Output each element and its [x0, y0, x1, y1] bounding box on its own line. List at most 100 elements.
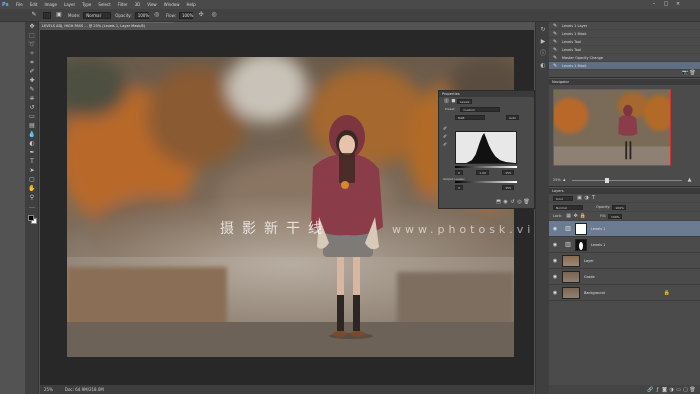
- new-adjustment-icon[interactable]: ◑: [668, 387, 675, 393]
- zoom-level[interactable]: 25%: [44, 387, 53, 392]
- brush-size-field[interactable]: [43, 11, 51, 19]
- layer-row[interactable]: ◉ Grade: [549, 269, 700, 285]
- color-panel-icon[interactable]: ◐: [538, 61, 548, 70]
- gray-eyedropper-icon[interactable]: ✐: [443, 133, 451, 141]
- move-tool-icon[interactable]: ✥: [27, 23, 37, 31]
- lock-position-icon[interactable]: ✥: [572, 213, 579, 219]
- maximize-button[interactable]: □: [662, 1, 670, 7]
- reset-icon[interactable]: ↺: [509, 199, 516, 205]
- crop-tool-icon[interactable]: ⌗: [27, 59, 37, 67]
- marquee-tool-icon[interactable]: ⬚: [27, 32, 37, 40]
- mode-select[interactable]: Normal: [83, 11, 112, 19]
- menu-filter[interactable]: Filter: [118, 2, 128, 7]
- layer-row[interactable]: ◉ ▥ Levels 1: [549, 237, 700, 253]
- zoom-slider-knob[interactable]: [604, 177, 609, 183]
- history-brush-icon[interactable]: ↺: [27, 104, 37, 112]
- type-tool-icon[interactable]: T: [27, 158, 37, 166]
- menu-3d[interactable]: 3D: [135, 2, 141, 7]
- delete-layer-icon[interactable]: 🗑: [689, 387, 696, 393]
- clip-icon[interactable]: ⬒: [495, 199, 502, 205]
- zoom-out-icon[interactable]: ▴: [561, 177, 568, 183]
- lock-pixels-icon[interactable]: ▦: [565, 213, 572, 219]
- kind-filter[interactable]: Kind: [553, 195, 573, 201]
- fill-field[interactable]: 100%: [608, 213, 623, 219]
- brush-tool-icon[interactable]: ✎: [30, 11, 38, 19]
- clone-stamp-icon[interactable]: ⎈: [27, 95, 37, 103]
- link-layers-icon[interactable]: 🔗: [647, 387, 654, 393]
- white-eyedropper-icon[interactable]: ✐: [443, 141, 451, 149]
- new-snapshot-icon[interactable]: 📷: [682, 70, 689, 76]
- layer-mask-thumb[interactable]: [575, 238, 587, 251]
- quick-select-icon[interactable]: ✧: [27, 50, 37, 58]
- history-item[interactable]: ✎ Levels Tool: [549, 46, 700, 54]
- add-mask-icon[interactable]: ◙: [661, 387, 668, 393]
- actions-panel-icon[interactable]: ▶: [538, 37, 548, 46]
- airbrush-icon[interactable]: ✣: [197, 11, 205, 19]
- brush-panel-icon[interactable]: ▣: [55, 11, 63, 19]
- menu-file[interactable]: File: [16, 2, 23, 7]
- layer-row[interactable]: ◉ Layer: [549, 253, 700, 269]
- blur-tool-icon[interactable]: 💧: [27, 131, 37, 139]
- navigator-title[interactable]: Navigator: [549, 79, 700, 85]
- new-layer-icon[interactable]: ▢: [682, 387, 689, 393]
- brush-tool-icon[interactable]: ✎: [27, 86, 37, 94]
- menu-type[interactable]: Type: [82, 2, 91, 7]
- eye-icon[interactable]: ◉: [551, 258, 559, 264]
- shape-tool-icon[interactable]: ▢: [27, 176, 37, 184]
- lasso-tool-icon[interactable]: ➰: [27, 41, 37, 49]
- layer-row[interactable]: ◉ Background 🔒: [549, 285, 700, 301]
- menu-help[interactable]: Help: [186, 2, 195, 7]
- history-item[interactable]: ✎ Levels Tool: [549, 38, 700, 46]
- flow-field[interactable]: 100%: [178, 11, 193, 19]
- filter-pixel-icon[interactable]: ▣: [576, 195, 583, 201]
- eye-icon[interactable]: ◉: [551, 242, 559, 248]
- eyedropper-tool-icon[interactable]: ✐: [27, 68, 37, 76]
- path-select-icon[interactable]: ➤: [27, 167, 37, 175]
- layer-opacity-field[interactable]: 100%: [612, 204, 627, 210]
- history-item[interactable]: ✎ Levels 1 Mask: [549, 30, 700, 38]
- delete-state-icon[interactable]: 🗑: [689, 70, 696, 76]
- foreground-color-swatch[interactable]: [28, 215, 34, 221]
- black-eyedropper-icon[interactable]: ✐: [443, 125, 451, 133]
- auto-button[interactable]: Auto: [506, 114, 519, 120]
- menu-layer[interactable]: Layer: [64, 2, 75, 7]
- minimize-button[interactable]: –: [650, 1, 658, 7]
- input-gamma[interactable]: 1.00: [476, 170, 489, 175]
- pressure-size-icon[interactable]: ◎: [210, 11, 218, 19]
- view-previous-icon[interactable]: ◉: [502, 199, 509, 205]
- history-item[interactable]: ✎ Levels 1 Layer: [549, 22, 700, 30]
- menu-window[interactable]: Window: [164, 2, 180, 7]
- info-panel-icon[interactable]: ⓘ: [538, 49, 548, 58]
- zoom-slider[interactable]: [571, 177, 682, 183]
- new-group-icon[interactable]: ▭: [675, 387, 682, 393]
- delete-icon[interactable]: 🗑: [523, 199, 530, 205]
- menu-select[interactable]: Select: [98, 2, 110, 7]
- navigator-thumbnail[interactable]: [553, 89, 671, 166]
- mask-icon[interactable]: ◼: [450, 98, 457, 104]
- more-tools-icon[interactable]: …: [27, 203, 37, 211]
- eye-icon[interactable]: ◉: [551, 290, 559, 296]
- layer-row[interactable]: ◉ ▥ Levels 1: [549, 221, 700, 237]
- hand-tool-icon[interactable]: ✋: [27, 185, 37, 193]
- opacity-field[interactable]: 100%: [134, 11, 149, 19]
- levels-tab[interactable]: Levels: [457, 98, 473, 104]
- filter-type-icon[interactable]: T: [590, 195, 597, 201]
- document-tab[interactable]: LEVELS ADJ, HIGH PASS ... @ 25% (Levels …: [39, 22, 174, 29]
- visibility-icon[interactable]: ◎: [516, 199, 523, 205]
- history-item[interactable]: ✎ Master Opacity Change: [549, 54, 700, 62]
- output-black[interactable]: 0: [455, 185, 463, 190]
- eye-icon[interactable]: ◉: [551, 226, 559, 232]
- history-panel-icon[interactable]: ↻: [538, 25, 548, 34]
- fx-icon[interactable]: ƒ: [654, 387, 661, 393]
- menu-view[interactable]: View: [147, 2, 157, 7]
- eye-icon[interactable]: ◉: [551, 274, 559, 280]
- gradient-tool-icon[interactable]: ▤: [27, 122, 37, 130]
- zoom-tool-icon[interactable]: ⚲: [27, 194, 37, 202]
- lock-all-icon[interactable]: 🔒: [579, 213, 586, 219]
- layer-mask-thumb[interactable]: [575, 222, 587, 235]
- menu-image[interactable]: Image: [44, 2, 57, 7]
- blend-mode-select[interactable]: Normal: [553, 204, 583, 210]
- channel-select[interactable]: RGB: [455, 114, 485, 120]
- close-button[interactable]: ×: [674, 1, 682, 7]
- healing-tool-icon[interactable]: ✚: [27, 77, 37, 85]
